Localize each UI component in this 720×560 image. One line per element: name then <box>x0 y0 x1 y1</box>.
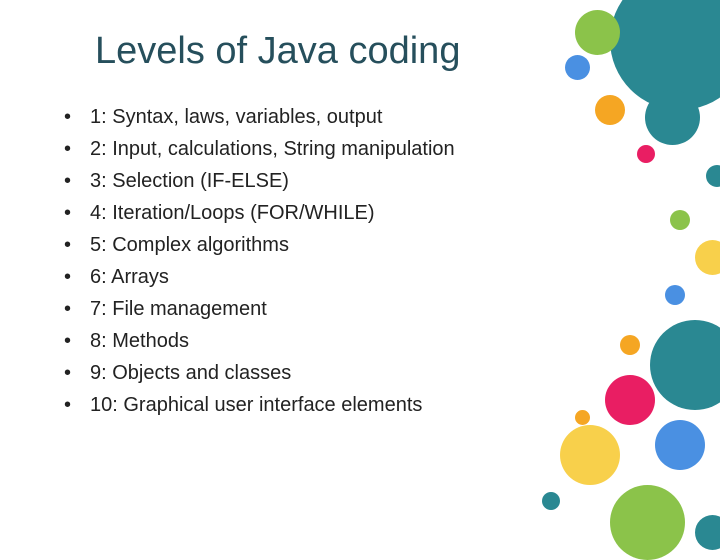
list-item: 5: Complex algorithms <box>60 229 670 261</box>
list-item: 2: Input, calculations, String manipulat… <box>60 133 670 165</box>
list-item: 3: Selection (IF-ELSE) <box>60 165 670 197</box>
list-item: 10: Graphical user interface elements <box>60 389 670 421</box>
list-item: 8: Methods <box>60 325 670 357</box>
list-item: 7: File management <box>60 293 670 325</box>
bullet-list: 1: Syntax, laws, variables, output 2: In… <box>60 101 670 421</box>
slide: Levels of Java coding 1: Syntax, laws, v… <box>0 0 720 540</box>
list-item: 4: Iteration/Loops (FOR/WHILE) <box>60 197 670 229</box>
slide-title: Levels of Java coding <box>95 30 670 73</box>
list-item: 9: Objects and classes <box>60 357 670 389</box>
list-item: 1: Syntax, laws, variables, output <box>60 101 670 133</box>
list-item: 6: Arrays <box>60 261 670 293</box>
